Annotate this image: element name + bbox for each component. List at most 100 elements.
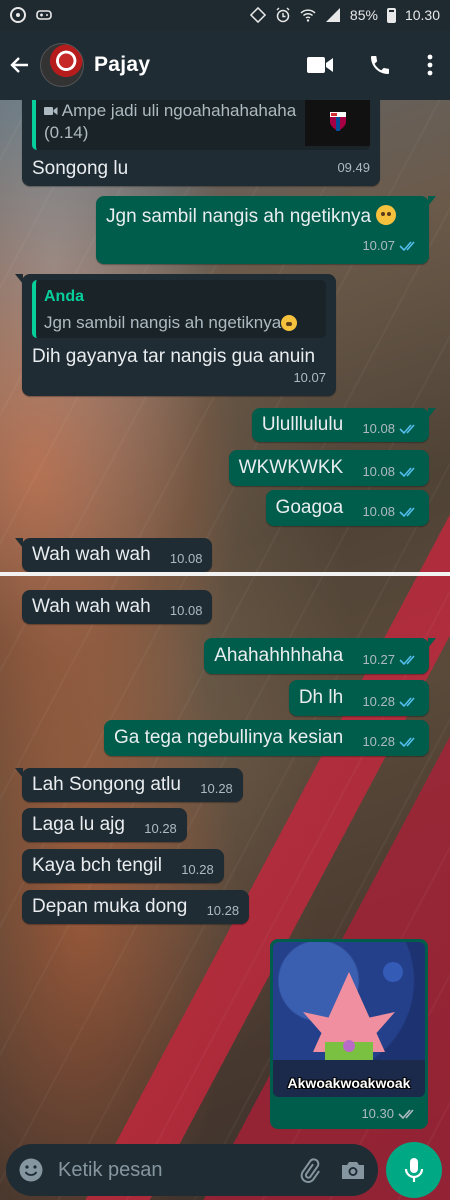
chat-header: Pajay xyxy=(0,30,450,100)
message-incoming[interactable]: Depan muka dong 10.28 xyxy=(22,890,250,924)
pleading-face-emoji-icon xyxy=(281,315,298,331)
message-time: 10.30 xyxy=(361,1106,394,1121)
message-time: 10.28 xyxy=(362,734,395,749)
message-incoming[interactable]: Ampe jadi uli ngoahahahahaha (0.14) Song… xyxy=(22,100,380,186)
quoted-message[interactable]: Anda Jgn sambil nangis ah ngetiknya xyxy=(32,280,326,338)
double-check-icon xyxy=(399,507,415,518)
message-time: 10.08 xyxy=(169,551,203,566)
message-text: Goagoa xyxy=(275,497,344,518)
message-text: Songong lu xyxy=(32,158,129,179)
club-logo-icon xyxy=(329,112,346,131)
message-time: 10.08 xyxy=(362,421,395,436)
message-incoming[interactable]: Laga lu ajg 10.28 xyxy=(22,808,187,842)
more-vertical-icon xyxy=(427,54,433,76)
message-text: Kaya bch tengil xyxy=(32,855,162,876)
message-time: 10.07 xyxy=(362,238,395,253)
message-incoming[interactable]: Wah wah wah 10.08 xyxy=(14,538,213,572)
video-icon xyxy=(44,107,58,115)
video-call-button[interactable] xyxy=(290,30,350,100)
voice-call-button[interactable] xyxy=(350,30,410,100)
message-outgoing[interactable]: Ahahahhhhaha 10.27 xyxy=(204,638,436,674)
microphone-icon xyxy=(404,1158,424,1182)
back-button[interactable] xyxy=(0,30,40,100)
signal-icon xyxy=(325,8,340,22)
message-incoming[interactable]: Anda Jgn sambil nangis ah ngetiknya Dih … xyxy=(15,274,336,396)
more-options-button[interactable] xyxy=(410,30,450,100)
message-time: 10.28 xyxy=(200,781,233,796)
sticker-image[interactable]: Akwoakwoakwoak xyxy=(273,942,425,1097)
message-time: 10.28 xyxy=(181,862,214,877)
gamepad-icon xyxy=(36,10,52,20)
message-text: Depan muka dong xyxy=(32,896,188,917)
avatar[interactable] xyxy=(40,43,84,87)
double-check-icon xyxy=(398,1108,414,1119)
contact-name[interactable]: Pajay xyxy=(94,53,150,77)
double-check-icon xyxy=(399,737,415,748)
message-text: Dh lh xyxy=(298,687,344,708)
emoji-icon[interactable] xyxy=(18,1157,44,1183)
quoted-author: Anda xyxy=(44,288,84,305)
message-text: Dih gayanya tar nangis gua anuin xyxy=(32,346,316,367)
message-time: 10.27 xyxy=(362,652,395,667)
camera-icon[interactable] xyxy=(340,1158,366,1182)
screenshot-seam xyxy=(0,572,450,576)
message-text: Ahahahhhhaha xyxy=(214,645,344,666)
alarm-icon xyxy=(276,7,290,23)
paperclip-icon[interactable] xyxy=(296,1157,322,1183)
message-text: WKWKWKK xyxy=(238,457,344,478)
double-check-icon xyxy=(399,655,415,666)
message-incoming[interactable]: Wah wah wah 10.08 xyxy=(22,590,213,624)
message-time: 10.08 xyxy=(362,504,395,519)
message-text: Jgn sambil nangis ah ngetiknya xyxy=(106,206,372,227)
patrick-star-sticker-icon xyxy=(273,962,425,1097)
pleading-face-emoji-icon xyxy=(376,205,397,225)
message-time: 10.08 xyxy=(362,464,395,479)
battery-percent: 85% xyxy=(349,7,378,23)
video-camera-icon xyxy=(307,57,333,73)
message-input-field[interactable]: Ketik pesan xyxy=(6,1144,378,1196)
double-check-icon xyxy=(399,424,415,435)
rotate-icon xyxy=(249,7,266,23)
message-outgoing[interactable]: Ga tega ngebullinya kesian 10.28 xyxy=(103,720,429,756)
status-bar: 85% 10.30 xyxy=(0,0,450,30)
message-outgoing[interactable]: Dh lh 10.28 xyxy=(288,680,429,716)
sticker-caption: Akwoakwoakwoak xyxy=(287,1075,411,1091)
double-check-icon xyxy=(399,241,415,252)
double-check-icon xyxy=(399,467,415,478)
message-text: Lah Songong atlu xyxy=(32,774,181,795)
message-time: 09.49 xyxy=(337,160,370,175)
double-check-icon xyxy=(399,697,415,708)
message-text: Ululllululu xyxy=(261,414,344,435)
status-time: 10.30 xyxy=(404,7,440,23)
message-text: Laga lu ajg xyxy=(32,814,125,835)
input-bar: Ketik pesan xyxy=(0,1140,450,1200)
message-time: 10.07 xyxy=(293,370,326,385)
quoted-text: Jgn sambil nangis ah ngetiknya xyxy=(44,313,282,332)
battery-icon xyxy=(386,7,396,23)
message-incoming[interactable]: Lah Songong atlu 10.28 xyxy=(15,768,243,802)
video-thumbnail xyxy=(305,100,370,146)
message-outgoing[interactable]: WKWKWKK 10.08 xyxy=(228,450,429,486)
phone-icon xyxy=(371,56,389,74)
message-incoming[interactable]: Kaya bch tengil 10.28 xyxy=(22,849,224,883)
quoted-duration: (0.14) xyxy=(44,123,89,142)
message-text: Wah wah wah xyxy=(32,544,151,565)
whatsapp-notification-icon xyxy=(10,7,26,23)
voice-record-button[interactable] xyxy=(386,1142,442,1198)
message-list[interactable]: Ampe jadi uli ngoahahahahaha (0.14) Song… xyxy=(0,100,450,1140)
message-text: Ga tega ngebullinya kesian xyxy=(113,727,344,748)
message-outgoing[interactable]: Ululllululu 10.08 xyxy=(251,408,437,442)
arrow-left-icon xyxy=(10,57,28,73)
quoted-text: Ampe jadi uli ngoahahahahaha xyxy=(61,101,297,120)
message-outgoing[interactable]: Jgn sambil nangis ah ngetiknya 10.07 xyxy=(96,196,436,264)
message-time: 10.08 xyxy=(169,603,203,618)
message-input[interactable]: Ketik pesan xyxy=(58,1159,163,1182)
message-time: 10.28 xyxy=(206,903,240,918)
message-outgoing[interactable]: Goagoa 10.08 xyxy=(265,490,429,526)
quoted-message[interactable]: Ampe jadi uli ngoahahahahaha (0.14) xyxy=(32,100,370,150)
message-text: Wah wah wah xyxy=(32,596,151,617)
wifi-icon xyxy=(300,9,316,22)
message-time: 10.28 xyxy=(144,821,177,836)
message-outgoing-image[interactable]: Akwoakwoakwoak 10.30 xyxy=(270,939,428,1129)
message-time: 10.28 xyxy=(362,694,395,709)
